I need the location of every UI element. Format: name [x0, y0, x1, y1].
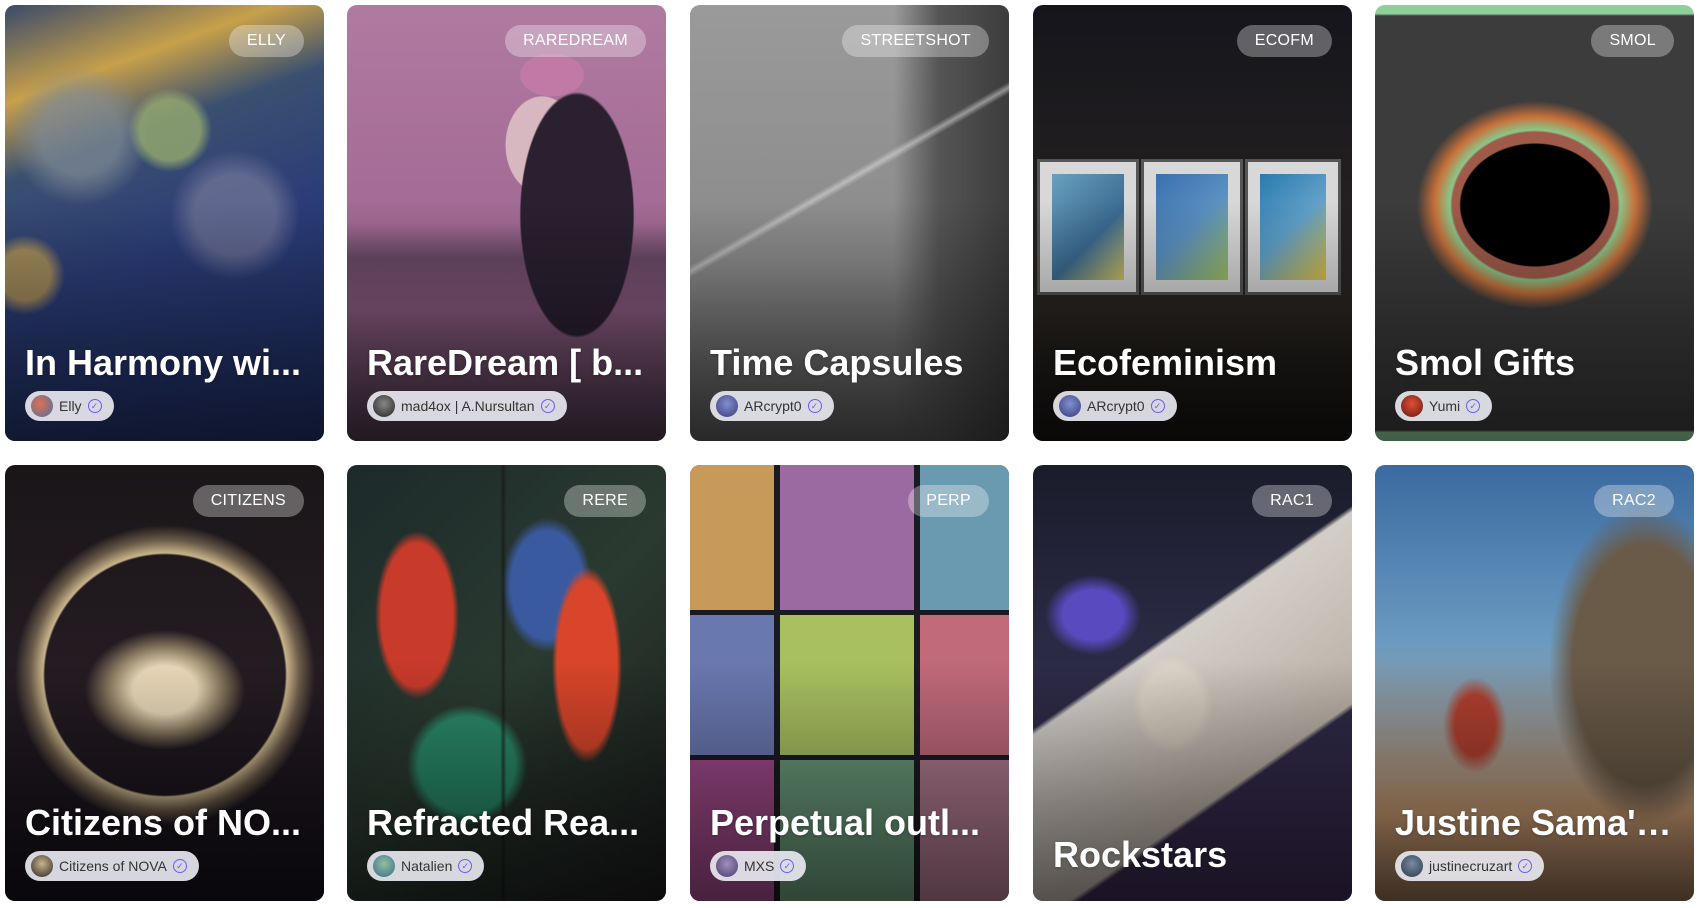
collection-card-citizens[interactable]: CITIZENS Citizens of NO... Citizens of N…	[5, 465, 324, 901]
collection-card-perp[interactable]: PERP Perpetual outl... MXS ✓	[690, 465, 1009, 901]
collection-title: Ecofeminism	[1053, 343, 1278, 383]
creator-name: mad4ox | A.Nursultan	[401, 398, 535, 414]
verified-badge-icon: ✓	[1466, 399, 1481, 413]
collection-card-rac1[interactable]: RAC1 Rockstars	[1033, 465, 1352, 901]
collection-symbol-badge: CITIZENS	[192, 485, 304, 517]
collection-symbol-badge: RERE	[564, 485, 646, 517]
verified-badge-icon: ✓	[1518, 859, 1533, 873]
creator-name: MXS	[744, 858, 775, 874]
creator-avatar	[716, 855, 738, 877]
collection-title: Rockstars	[1053, 835, 1228, 875]
creator-chip[interactable]: ARcrypt0 ✓	[710, 391, 834, 421]
creator-avatar	[373, 395, 395, 417]
creator-chip[interactable]: MXS ✓	[710, 851, 807, 881]
creator-avatar	[31, 855, 53, 877]
collection-symbol-badge: PERP	[908, 485, 989, 517]
collection-title: Smol Gifts	[1395, 343, 1576, 383]
collection-title: RareDream [ b...	[367, 343, 644, 383]
collection-card-rere[interactable]: RERE Refracted Rea... Natalien ✓	[347, 465, 666, 901]
collection-symbol-badge: RAREDREAM	[505, 25, 646, 57]
collection-title: Time Capsules	[710, 343, 964, 383]
verified-badge-icon: ✓	[1150, 399, 1165, 413]
verified-badge-icon: ✓	[87, 399, 102, 413]
creator-chip[interactable]: justinecruzart ✓	[1395, 851, 1545, 881]
verified-badge-icon: ✓	[807, 399, 822, 413]
creator-name: Natalien	[401, 858, 453, 874]
creator-chip[interactable]: Elly ✓	[25, 391, 114, 421]
collection-symbol-badge: ELLY	[228, 25, 304, 57]
creator-name: justinecruzart	[1429, 858, 1513, 874]
collection-symbol-badge: ECOFM	[1236, 25, 1332, 57]
creator-name: Yumi	[1429, 398, 1461, 414]
verified-badge-icon: ✓	[172, 859, 187, 873]
creator-chip[interactable]: mad4ox | A.Nursultan ✓	[367, 391, 567, 421]
creator-name: Elly	[59, 398, 82, 414]
collection-title: In Harmony wi...	[25, 343, 302, 383]
creator-chip[interactable]: Citizens of NOVA ✓	[25, 851, 199, 881]
collection-symbol-badge: RAC2	[1594, 485, 1674, 517]
creator-name: Citizens of NOVA	[59, 858, 167, 874]
creator-name: ARcrypt0	[1087, 398, 1145, 414]
creator-avatar	[373, 855, 395, 877]
creator-avatar	[31, 395, 53, 417]
verified-badge-icon: ✓	[458, 859, 473, 873]
collection-card-streetshot[interactable]: STREETSHOT Time Capsules ARcrypt0 ✓	[690, 5, 1009, 441]
collection-card-ecofm[interactable]: ECOFM Ecofeminism ARcrypt0 ✓	[1033, 5, 1352, 441]
creator-avatar	[1401, 395, 1423, 417]
verified-badge-icon: ✓	[540, 399, 555, 413]
creator-avatar	[1401, 855, 1423, 877]
collection-title: Perpetual outl...	[710, 803, 981, 843]
collection-grid: ELLY In Harmony wi... Elly ✓ RAREDREAM R…	[0, 0, 1698, 908]
collection-card-elly[interactable]: ELLY In Harmony wi... Elly ✓	[5, 5, 324, 441]
collection-symbol-badge: RAC1	[1252, 485, 1332, 517]
collection-symbol-badge: SMOL	[1591, 25, 1674, 57]
collection-card-rac2[interactable]: RAC2 Justine Sama's... justinecruzart ✓	[1375, 465, 1694, 901]
creator-chip[interactable]: Yumi ✓	[1395, 391, 1493, 421]
collection-card-raredream[interactable]: RAREDREAM RareDream [ b... mad4ox | A.Nu…	[347, 5, 666, 441]
creator-avatar	[716, 395, 738, 417]
verified-badge-icon: ✓	[780, 859, 795, 873]
collection-title: Refracted Rea...	[367, 803, 640, 843]
creator-chip[interactable]: ARcrypt0 ✓	[1053, 391, 1177, 421]
collection-title: Citizens of NO...	[25, 803, 302, 843]
collection-card-smol[interactable]: SMOL Smol Gifts Yumi ✓	[1375, 5, 1694, 441]
creator-chip[interactable]: Natalien ✓	[367, 851, 485, 881]
creator-name: ARcrypt0	[744, 398, 802, 414]
creator-avatar	[1059, 395, 1081, 417]
collection-symbol-badge: STREETSHOT	[842, 25, 989, 57]
collection-title: Justine Sama's...	[1395, 803, 1676, 843]
